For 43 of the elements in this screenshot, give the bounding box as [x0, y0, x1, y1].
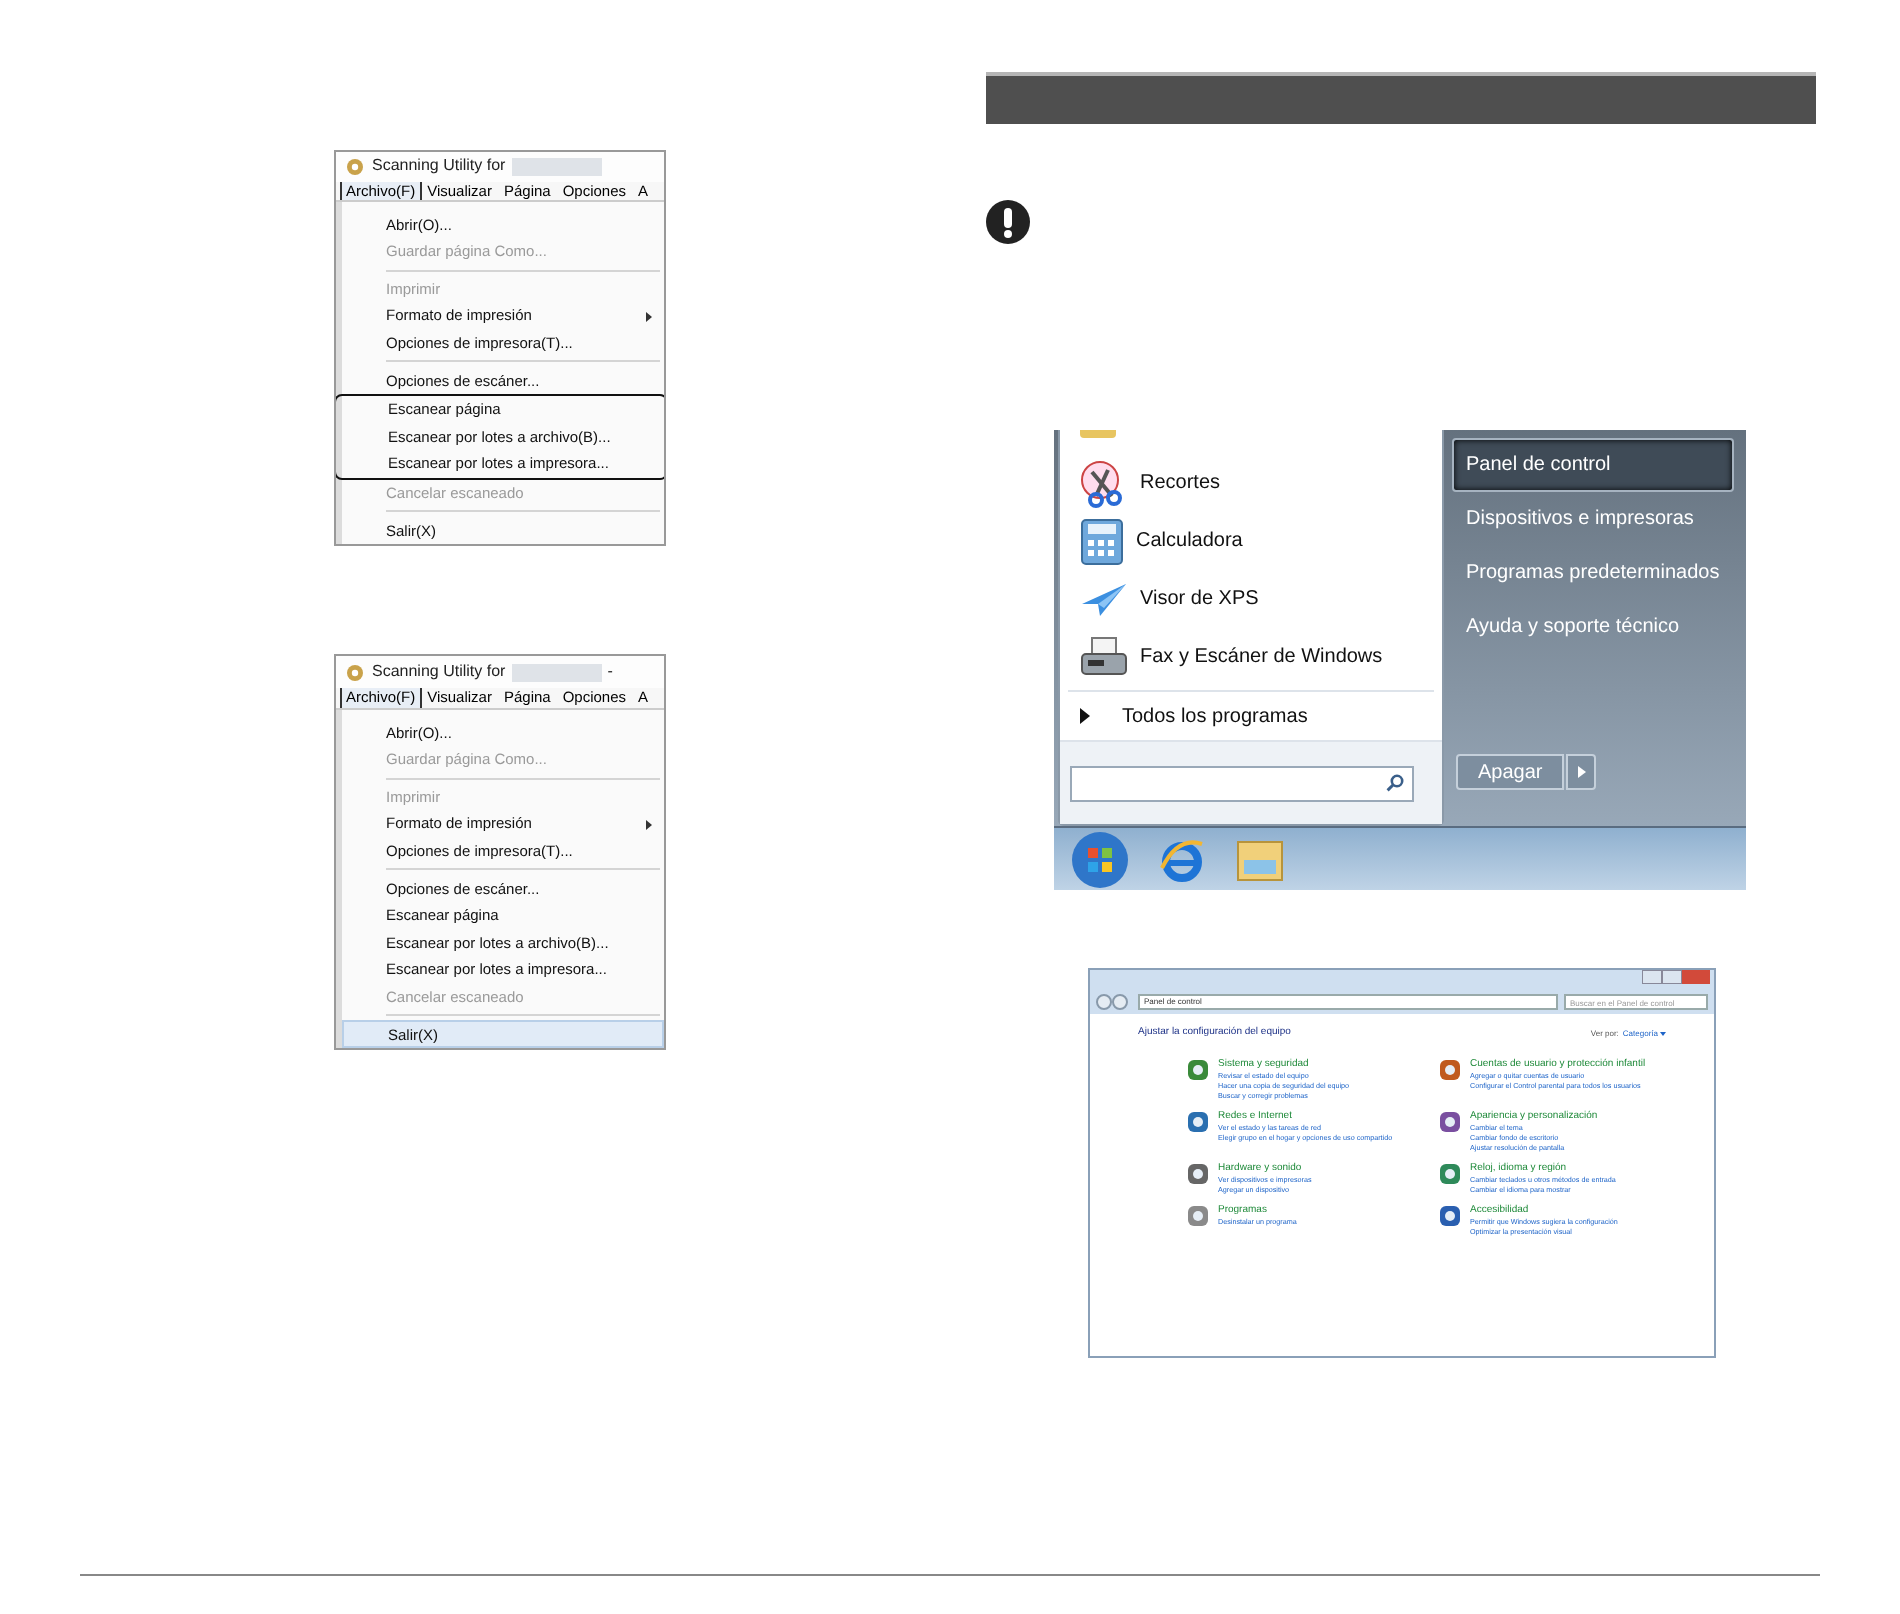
folder-icon[interactable] [1234, 835, 1286, 883]
triangle-right-icon [1577, 766, 1586, 778]
start-menu-link[interactable]: Dispositivos e impresoras [1452, 492, 1734, 546]
start-menu-link[interactable]: Programas predeterminados [1452, 546, 1734, 600]
shutdown-options-button[interactable] [1566, 754, 1597, 790]
program-item[interactable]: Fax y Escáner de Windows [1060, 628, 1442, 686]
category-icon [1186, 1161, 1210, 1185]
start-menu-link[interactable]: Panel de control [1452, 438, 1734, 492]
search-field[interactable] [1070, 765, 1414, 801]
submenu-arrow-icon [646, 311, 652, 322]
category-icon [1438, 1203, 1462, 1227]
redacted-block [511, 157, 602, 176]
category-icon [1438, 1161, 1462, 1185]
program-item[interactable]: Calculadora [1060, 512, 1442, 570]
triangle-right-icon [1080, 708, 1090, 724]
back-forward-icon[interactable] [1096, 994, 1132, 1010]
app-icon [344, 661, 366, 684]
folder-icon [1080, 430, 1116, 438]
category-icon [1438, 1057, 1462, 1081]
paper-plane-icon [1080, 579, 1128, 619]
program-item[interactable]: Visor de XPS [1060, 570, 1442, 628]
start-menu-link[interactable]: Ayuda y soporte técnico [1452, 600, 1734, 654]
submenu-arrow-icon [646, 819, 652, 830]
redacted-block [511, 663, 602, 682]
title-dash: - [607, 660, 613, 685]
shutdown-button[interactable]: Apagar [1456, 754, 1565, 790]
category-icon [1186, 1109, 1210, 1133]
program-item[interactable]: Recortes [1060, 454, 1442, 512]
dropdown-arrow-icon [1660, 1031, 1666, 1036]
browser-e-icon[interactable] [1158, 835, 1206, 883]
window-title: Scanning Utility for [372, 660, 506, 685]
window-controls-icon[interactable] [1642, 970, 1710, 984]
fax-machine-icon [1080, 635, 1128, 679]
category-icon [1186, 1203, 1210, 1227]
search-icon [1386, 774, 1404, 792]
all-programs-item[interactable]: Todos los programas [1060, 692, 1442, 740]
category-icon [1186, 1057, 1210, 1081]
category-icon [1438, 1109, 1462, 1133]
scissors-icon [1080, 459, 1128, 507]
window-title: Scanning Utility for [372, 154, 506, 179]
warning-icon [986, 200, 1030, 244]
start-orb-icon[interactable] [1070, 829, 1130, 889]
calculator-icon [1080, 517, 1124, 565]
